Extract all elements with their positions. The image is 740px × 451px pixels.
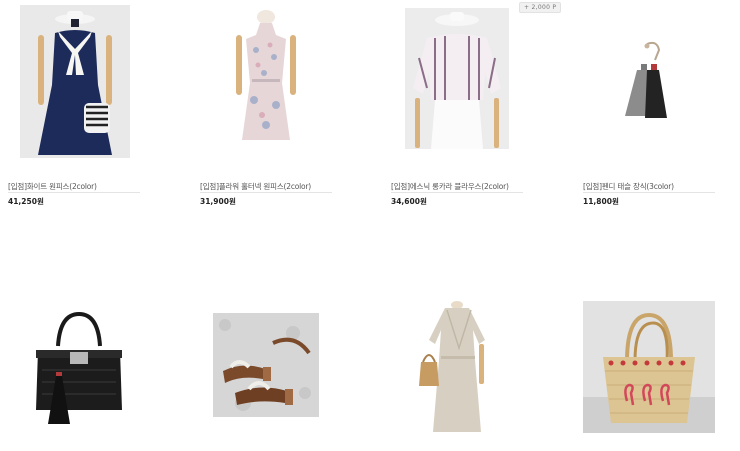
product-image-tassel[interactable] (617, 38, 677, 122)
product-price: 41,250원 (8, 197, 44, 206)
product-image-wrap-dress[interactable] (413, 300, 493, 432)
product-name[interactable]: [입점]에스닉 롱카라 블라우스(2color) (391, 181, 509, 192)
product-name[interactable]: [입점]화이트 원피스(2color) (8, 181, 97, 192)
product-image-floral-dress[interactable] (226, 5, 306, 155)
product-price: 34,600원 (391, 197, 427, 206)
product-image-striped-blouse[interactable] (405, 8, 509, 149)
divider (200, 192, 332, 193)
divider (8, 192, 140, 193)
product-image-black-handbag[interactable] (32, 310, 126, 428)
product-name[interactable]: [입점]펜디 태슬 장식(3color) (583, 181, 674, 192)
product-name[interactable]: [입점]플라워 홀터넥 원피스(2color) (200, 181, 311, 192)
point-badge: + 2,000 P (519, 2, 562, 13)
product-image-sandals[interactable] (213, 313, 319, 417)
divider (391, 192, 523, 193)
product-image-navy-dress[interactable] (20, 5, 130, 158)
product-image-straw-basket[interactable] (583, 301, 715, 433)
divider (583, 192, 715, 193)
product-price: 11,800원 (583, 197, 619, 206)
product-price: 31,900원 (200, 197, 236, 206)
